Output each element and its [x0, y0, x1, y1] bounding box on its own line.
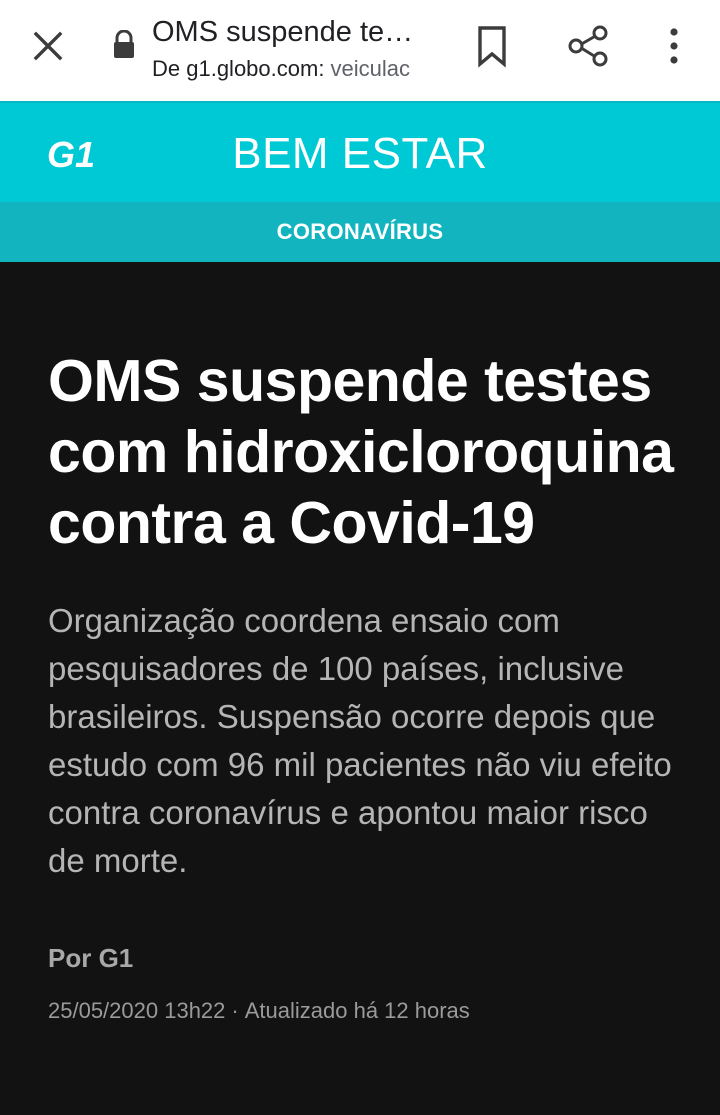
publish-date: 25/05/2020 13h22	[48, 998, 226, 1023]
section-header: G1 BEM ESTAR	[0, 101, 720, 202]
article-summary: Organização coordena ensaio com pesquisa…	[48, 602, 672, 879]
bookmark-icon[interactable]	[472, 24, 512, 68]
lock-icon	[112, 29, 136, 60]
more-vert-icon[interactable]	[660, 24, 688, 68]
close-icon[interactable]	[28, 26, 68, 66]
meta-separator: ·	[231, 998, 239, 1023]
subsection-label: CORONAVÍRUS	[276, 219, 444, 244]
url-text[interactable]: De g1.globo.com: veiculac	[152, 54, 428, 84]
updated-time: Atualizado há 12 horas	[244, 998, 470, 1023]
article: OMS suspende testes com hidroxicloroquin…	[48, 346, 688, 1024]
section-title[interactable]: BEM ESTAR	[0, 127, 720, 181]
browser-toolbar: OMS suspende te… De g1.globo.com: veicul…	[0, 0, 720, 101]
subsection-bar[interactable]: CORONAVÍRUS	[0, 202, 720, 262]
article-meta: 25/05/2020 13h22 · Atualizado há 12 horas	[48, 998, 688, 1024]
url-host: De g1.globo.com:	[152, 56, 325, 81]
page-title-text[interactable]: OMS suspende te…	[152, 14, 432, 50]
article-headline: OMS suspende testes com hidroxicloroquin…	[48, 348, 674, 556]
url-path: veiculac	[324, 56, 411, 81]
article-byline: Por G1	[48, 943, 134, 973]
share-icon[interactable]	[566, 24, 610, 68]
